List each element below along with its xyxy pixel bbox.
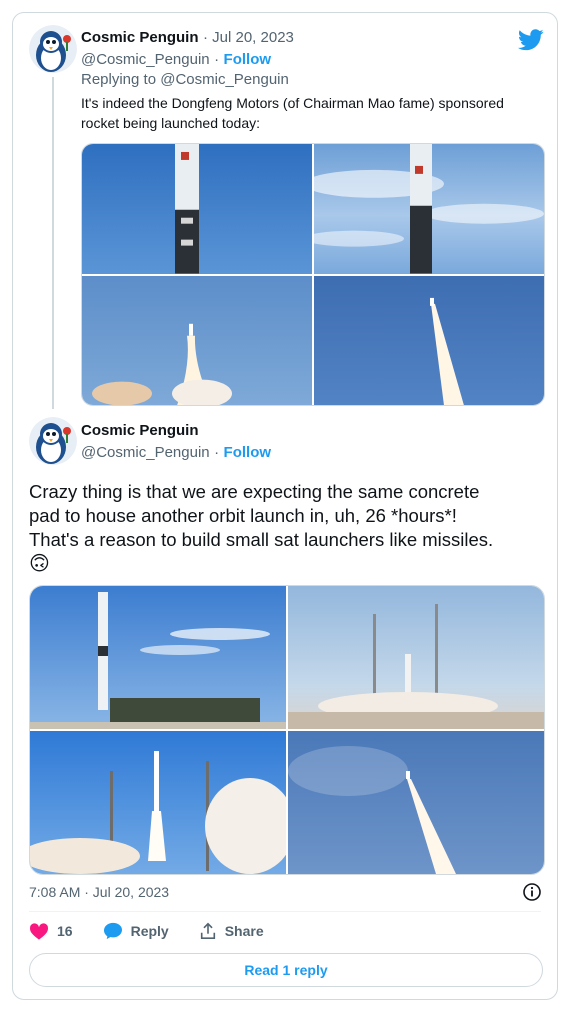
- twitter-bird-icon[interactable]: [518, 29, 544, 51]
- replying-to[interactable]: Replying to @Cosmic_Penguin: [81, 71, 289, 88]
- rocket-ascent-image: [430, 297, 464, 405]
- divider: [29, 911, 541, 912]
- avatar[interactable]: [29, 25, 77, 73]
- media-photo[interactable]: [314, 275, 544, 405]
- reply-icon: [103, 922, 122, 940]
- media-photo[interactable]: [288, 731, 544, 874]
- tweet-card: Cosmic Penguin · Jul 20, 2023 @Cosmic_Pe…: [12, 12, 558, 1000]
- action-row: 16 Reply Share: [29, 922, 264, 940]
- reply-media-grid: [81, 143, 545, 406]
- tweet-text-line: That's a reason to build small sat launc…: [29, 529, 494, 550]
- main-handle-row: @Cosmic_Penguin · Follow: [81, 444, 271, 462]
- author-name[interactable]: Cosmic Penguin: [81, 29, 199, 46]
- follow-button[interactable]: Follow: [224, 444, 272, 461]
- reply-text-line: rocket being launched today:: [81, 115, 261, 131]
- main-media-grid: [29, 585, 545, 875]
- share-label: Share: [224, 923, 264, 939]
- share-icon: [200, 922, 215, 940]
- emoji: 🙃: [29, 553, 50, 575]
- media-photo[interactable]: [30, 731, 286, 874]
- penguin-avatar-image: [29, 417, 77, 465]
- author-handle[interactable]: @Cosmic_Penguin: [81, 51, 210, 68]
- thread-line: [52, 77, 54, 409]
- like-button[interactable]: 16: [29, 922, 73, 940]
- reply-text-line: It's indeed the Dongfeng Motors (of Chai…: [81, 95, 504, 111]
- launch-tower-image: [288, 604, 544, 729]
- media-photo[interactable]: [314, 144, 544, 274]
- rocket-flight-image: [288, 746, 456, 874]
- rocket-clouds-image: [314, 144, 544, 274]
- media-photo[interactable]: [82, 275, 312, 405]
- tweet-text: Crazy thing is that we are expecting the…: [29, 480, 549, 576]
- penguin-avatar-image: [29, 25, 77, 73]
- heart-icon: [29, 923, 49, 940]
- author-name[interactable]: Cosmic Penguin: [81, 422, 199, 439]
- rocket-liftoff-image: [92, 323, 232, 405]
- share-button[interactable]: Share: [199, 922, 264, 940]
- separator-dot: ·: [214, 444, 220, 461]
- reply-handle-row: @Cosmic_Penguin · Follow: [81, 51, 271, 69]
- like-count: 16: [57, 923, 73, 939]
- media-photo[interactable]: [288, 586, 544, 729]
- avatar[interactable]: [29, 417, 77, 465]
- read-replies-button[interactable]: Read 1 reply: [29, 953, 543, 987]
- author-handle[interactable]: @Cosmic_Penguin: [81, 444, 210, 461]
- reply-button[interactable]: Reply: [103, 922, 169, 940]
- rocket-closeup-image: [175, 144, 199, 274]
- media-photo[interactable]: [82, 144, 312, 274]
- rocket-on-pad-image: [30, 592, 286, 729]
- follow-button[interactable]: Follow: [224, 51, 272, 68]
- tweet-date[interactable]: · Jul 20, 2023: [203, 29, 294, 46]
- media-photo[interactable]: [30, 586, 286, 729]
- tweet-text-line: pad to house another orbit launch in, uh…: [29, 505, 457, 526]
- separator-dot: ·: [214, 51, 220, 68]
- reply-text: It's indeed the Dongfeng Motors (of Chai…: [81, 93, 551, 133]
- info-icon[interactable]: [522, 882, 542, 902]
- reply-label: Reply: [130, 923, 169, 939]
- tweet-timestamp[interactable]: 7:08 AM · Jul 20, 2023: [29, 884, 169, 900]
- tweet-text-line: Crazy thing is that we are expecting the…: [29, 481, 480, 502]
- reply-header: Cosmic Penguin · Jul 20, 2023: [81, 29, 294, 47]
- rocket-launch-smoke-image: [30, 751, 286, 874]
